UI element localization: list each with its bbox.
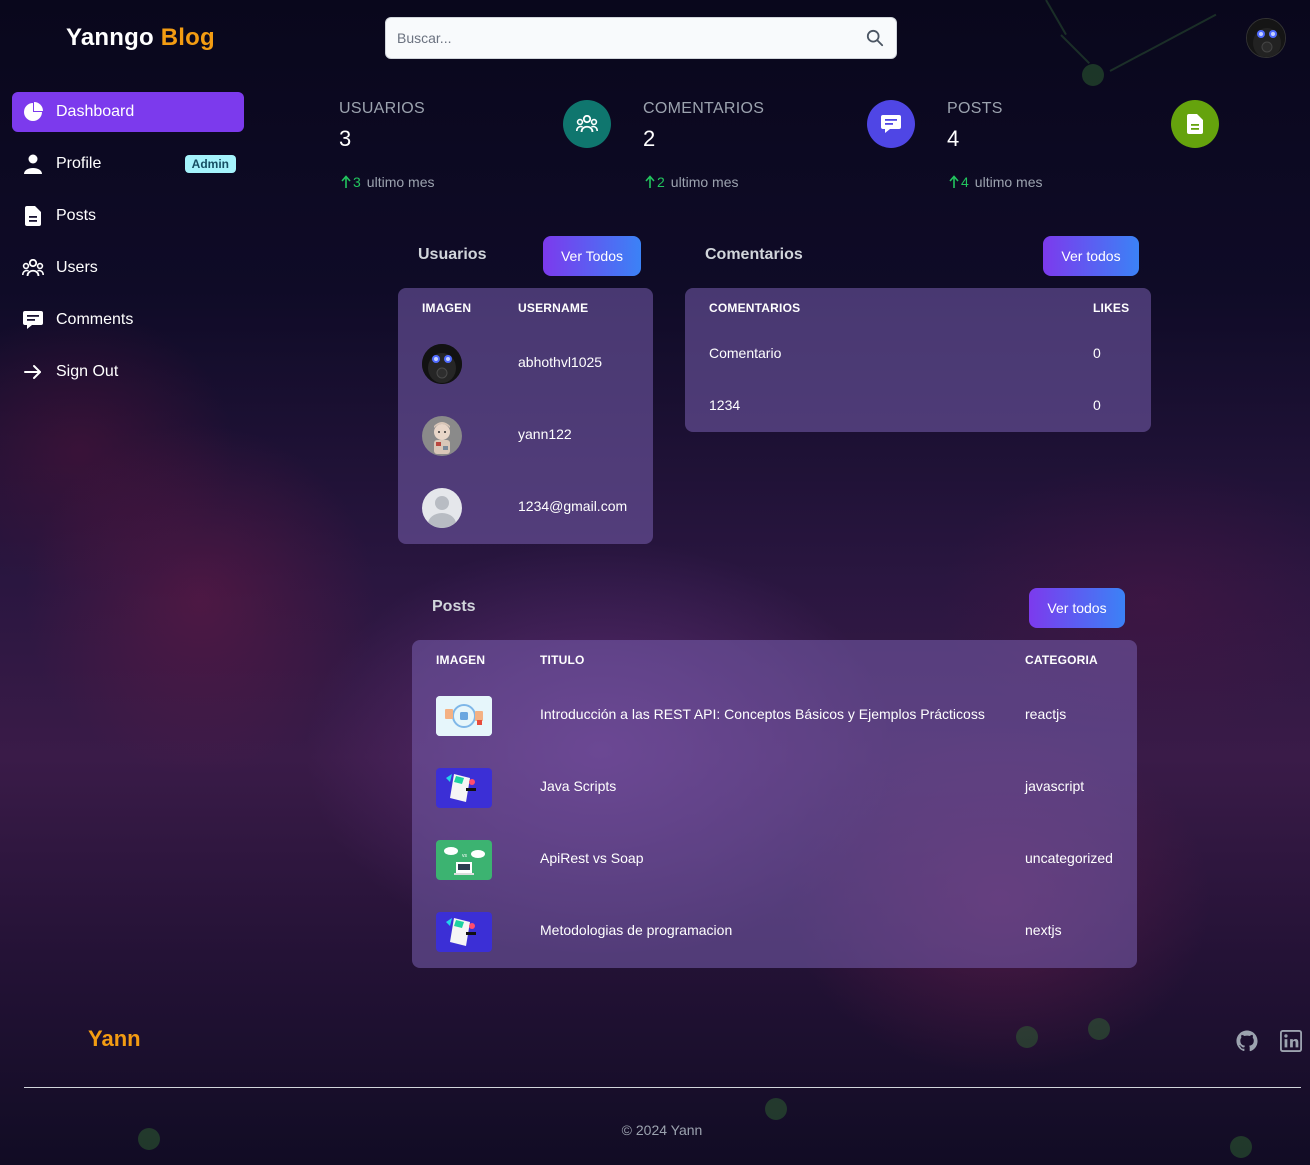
table-cell-category: javascript xyxy=(1025,778,1085,794)
search-box xyxy=(385,17,897,59)
column-header-category: CATEGORIA xyxy=(1025,653,1098,667)
comment-icon xyxy=(867,100,915,148)
sidebar-item-label: Users xyxy=(56,259,98,276)
users-icon xyxy=(22,257,44,279)
users-icon xyxy=(563,100,611,148)
stat-period: ultimo mes xyxy=(366,174,435,190)
cartoon-avatar-icon xyxy=(422,416,462,456)
table-cell-title[interactable]: Metodologias de programacion xyxy=(540,922,732,938)
table-cell-category: uncategorized xyxy=(1025,850,1113,866)
brand-logo[interactable]: Yanngo Blog xyxy=(66,24,215,52)
soap-rest-thumb[interactable]: vs xyxy=(436,840,492,880)
footer-divider xyxy=(24,1087,1301,1088)
arrow-up-icon xyxy=(949,175,959,188)
column-header-comments: COMENTARIOS xyxy=(709,301,801,315)
table-cell-likes: 0 xyxy=(1093,397,1101,413)
stat-card-posts: POSTS 4 4 ultimo mes xyxy=(947,100,1219,195)
view-all-posts-button[interactable]: Ver todos xyxy=(1029,588,1125,628)
sidebar-item-label: Dashboard xyxy=(56,103,135,120)
users-table: IMAGEN USERNAME abhothvl1025 yann122 123… xyxy=(398,288,653,544)
view-all-users-button[interactable]: Ver Todos xyxy=(543,236,641,276)
table-cell-category: nextjs xyxy=(1025,922,1062,938)
sidebar-item-label: Sign Out xyxy=(56,363,119,380)
search-icon[interactable] xyxy=(866,29,884,52)
arrow-right-icon xyxy=(22,361,44,383)
js-thumb[interactable] xyxy=(436,912,492,952)
stat-trend: 2 ultimo mes xyxy=(645,174,738,190)
logo-text-primary: Yanngo xyxy=(66,24,154,51)
sidebar-item-label: Posts xyxy=(56,207,97,224)
sidebar-item-posts[interactable]: Posts xyxy=(12,196,244,236)
stat-trend: 4 ultimo mes xyxy=(949,174,1042,190)
table-cell-title[interactable]: Introducción a las REST API: Conceptos B… xyxy=(540,706,985,722)
sidebar-item-label: Comments xyxy=(56,311,134,328)
sidebar-item-users[interactable]: Users xyxy=(12,248,244,288)
posts-table: IMAGEN TITULO CATEGORIA Introducción a l… xyxy=(412,640,1137,968)
document-icon xyxy=(22,205,44,227)
js-thumb[interactable] xyxy=(436,768,492,808)
table-cell-comment: Comentario xyxy=(709,345,782,361)
copyright-text: © 2024 Yann xyxy=(621,1122,703,1138)
arrow-up-icon xyxy=(341,175,351,188)
column-header-likes: LIKES xyxy=(1093,301,1130,315)
stat-card-comments: COMENTARIOS 2 2 ultimo mes xyxy=(643,100,915,195)
comments-table: COMENTARIOS LIKES Comentario 0 1234 0 xyxy=(685,288,1151,432)
sidebar: Dashboard Profile Admin Posts Users Comm… xyxy=(12,92,244,404)
table-cell-comment: 1234 xyxy=(709,397,741,413)
gasmask-avatar-icon xyxy=(422,344,462,384)
rest-api-thumb[interactable] xyxy=(436,696,492,736)
stat-period: ultimo mes xyxy=(974,174,1043,190)
table-cell-username[interactable]: abhothvl1025 xyxy=(518,354,602,370)
stat-card-users: USUARIOS 3 3 ultimo mes xyxy=(339,100,611,195)
default-avatar-icon xyxy=(422,488,462,528)
github-icon[interactable] xyxy=(1236,1030,1258,1052)
arrow-up-icon xyxy=(645,175,655,188)
users-section-title: Usuarios xyxy=(418,246,487,263)
stat-delta: 2 xyxy=(657,174,665,190)
column-header-image: IMAGEN xyxy=(436,653,486,667)
linkedin-icon[interactable] xyxy=(1280,1030,1302,1052)
stat-delta: 4 xyxy=(961,174,969,190)
comments-section-title: Comentarios xyxy=(705,246,803,263)
search-input[interactable] xyxy=(386,18,846,58)
stat-period: ultimo mes xyxy=(670,174,739,190)
sidebar-item-sign-out[interactable]: Sign Out xyxy=(12,352,244,392)
view-all-comments-button[interactable]: Ver todos xyxy=(1043,236,1139,276)
stat-delta: 3 xyxy=(353,174,361,190)
posts-section-title: Posts xyxy=(432,598,476,615)
sidebar-item-dashboard[interactable]: Dashboard xyxy=(12,92,244,132)
column-header-title: TITULO xyxy=(540,653,585,667)
table-cell-username[interactable]: yann122 xyxy=(518,426,572,442)
sidebar-item-profile[interactable]: Profile Admin xyxy=(12,144,244,184)
role-badge: Admin xyxy=(184,155,236,173)
sidebar-item-label: Profile xyxy=(56,155,102,172)
table-cell-title[interactable]: ApiRest vs Soap xyxy=(540,850,644,866)
stat-trend: 3 ultimo mes xyxy=(341,174,434,190)
table-cell-likes: 0 xyxy=(1093,345,1101,361)
column-header-username: USERNAME xyxy=(518,301,589,315)
comment-icon xyxy=(22,309,44,331)
svg-text:vs: vs xyxy=(462,853,468,859)
user-icon xyxy=(22,153,44,175)
sidebar-item-comments[interactable]: Comments xyxy=(12,300,244,340)
table-cell-title[interactable]: Java Scripts xyxy=(540,778,616,794)
table-cell-category: reactjs xyxy=(1025,706,1067,722)
document-icon xyxy=(1171,100,1219,148)
pie-chart-icon xyxy=(22,101,44,123)
logo-text-accent: Blog xyxy=(160,24,215,51)
user-avatar[interactable] xyxy=(1246,18,1286,58)
column-header-image: IMAGEN xyxy=(422,301,472,315)
table-cell-username[interactable]: 1234@gmail.com xyxy=(518,498,627,514)
footer-brand[interactable]: Yann xyxy=(88,1026,141,1052)
